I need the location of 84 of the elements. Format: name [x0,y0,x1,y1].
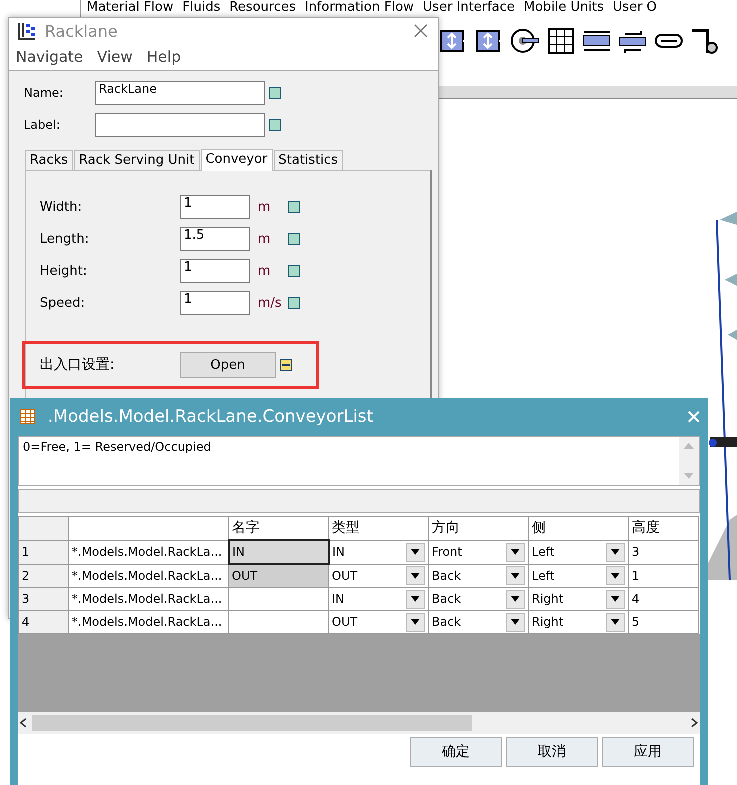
dialog-button[interactable]: 确定 [410,737,502,767]
table-cell[interactable] [228,588,328,610]
input-field[interactable]: 1.5 [180,227,250,251]
table-cell[interactable]: OUT [228,564,328,588]
open-button[interactable]: Open [180,352,276,378]
field-label: Label: [24,118,62,132]
dropdown-cell[interactable]: IN [328,540,428,564]
dialog-button[interactable]: 取消 [506,737,598,767]
column-header[interactable]: 类型 [328,516,428,540]
field-label: Name: [24,86,64,100]
menu-item[interactable]: Resources [230,0,296,17]
rack-icon [17,21,37,41]
minus-indicator-icon[interactable] [280,359,292,371]
dropdown-cell[interactable]: Front [428,540,528,564]
row-header[interactable]: 3 [18,588,68,610]
dropdown-cell[interactable]: Left [528,564,628,588]
tab[interactable]: Statistics [274,150,344,170]
scroll-thumb[interactable] [32,715,472,731]
column-header[interactable]: 名字 [228,516,328,540]
window-title: .Models.Model.RackLane.ConveyorList [48,407,374,427]
table-cell[interactable]: 3 [628,540,698,564]
table-cell[interactable] [228,610,328,634]
close-icon[interactable] [414,24,428,38]
column-header[interactable]: 高度 [628,516,698,540]
dropdown-cell[interactable]: Right [528,588,628,610]
input-field[interactable] [95,113,265,137]
dropdown-cell[interactable]: OUT [328,610,428,634]
unit-label: m [257,200,272,214]
menu-item[interactable]: Mobile Units [524,0,604,17]
input-field[interactable]: 1 [180,195,250,219]
table-cell[interactable]: 4 [628,588,698,610]
dropdown-cell[interactable]: Left [528,540,628,564]
unit-label: m [257,232,272,246]
scrollbar[interactable] [18,712,700,734]
field-label: Width: [40,200,84,214]
grid-icon[interactable] [545,26,577,56]
menu-item[interactable]: Navigate [16,48,84,66]
table-cell: *.Models.Model.RackLa... [68,588,228,610]
dialog-button[interactable]: 应用 [602,737,694,767]
dropdown-cell[interactable]: Back [428,564,528,588]
menu-item[interactable]: User Interface [423,0,516,17]
corner-cell [18,516,68,540]
dropdown-cell[interactable]: Back [428,610,528,634]
column-header[interactable]: 方向 [428,516,528,540]
menu-item[interactable]: User O [613,0,658,17]
field-label: Height: [40,264,88,278]
inherit-indicator-icon[interactable] [269,119,281,131]
field-label: 出入口设置: [40,356,116,374]
inherit-indicator-icon[interactable] [269,87,281,99]
unit-label: m [257,264,272,278]
tab[interactable]: Conveyor [200,149,273,171]
inherit-indicator-icon[interactable] [288,201,300,213]
field-label: Length: [40,232,90,246]
row-header[interactable]: 2 [18,564,68,588]
menu-item[interactable]: Material Flow [87,0,174,17]
tab[interactable]: Racks [25,150,74,170]
row-header[interactable]: 4 [18,610,68,634]
column-header[interactable]: 侧 [528,516,628,540]
comment-text: 0=Free, 1= Reserved/Occupied [22,439,212,456]
menu-item[interactable]: Help [146,48,182,66]
target-icon[interactable] [509,26,541,56]
row-header[interactable]: 1 [18,540,68,564]
unit-label: m/s [257,296,283,310]
dropdown-cell[interactable]: IN [328,588,428,610]
input-field[interactable]: 1 [180,291,250,315]
dropdown-cell[interactable]: Right [528,610,628,634]
dropdown-cell[interactable]: Back [428,588,528,610]
table-cell[interactable]: 1 [628,564,698,588]
menu-item[interactable]: Fluids [182,0,221,17]
menu-item[interactable]: Information Flow [304,0,414,17]
table-cell: *.Models.Model.RackLa... [68,564,228,588]
table-cell[interactable]: IN [228,540,328,564]
menu-item[interactable]: View [97,48,133,66]
input-field[interactable]: RackLane [95,81,265,105]
inherit-indicator-icon[interactable] [288,233,300,245]
dropdown-cell[interactable]: OUT [328,564,428,588]
comment-field[interactable]: 0=Free, 1= Reserved/Occupied [18,436,700,486]
inherit-indicator-icon[interactable] [288,265,300,277]
window-title: Racklane [45,22,119,40]
tab[interactable]: Rack Serving Unit [74,150,200,170]
inherit-indicator-icon[interactable] [288,297,300,309]
input-field[interactable]: 1 [180,259,250,283]
field-label: Speed: [40,296,86,310]
table-icon [20,409,36,425]
